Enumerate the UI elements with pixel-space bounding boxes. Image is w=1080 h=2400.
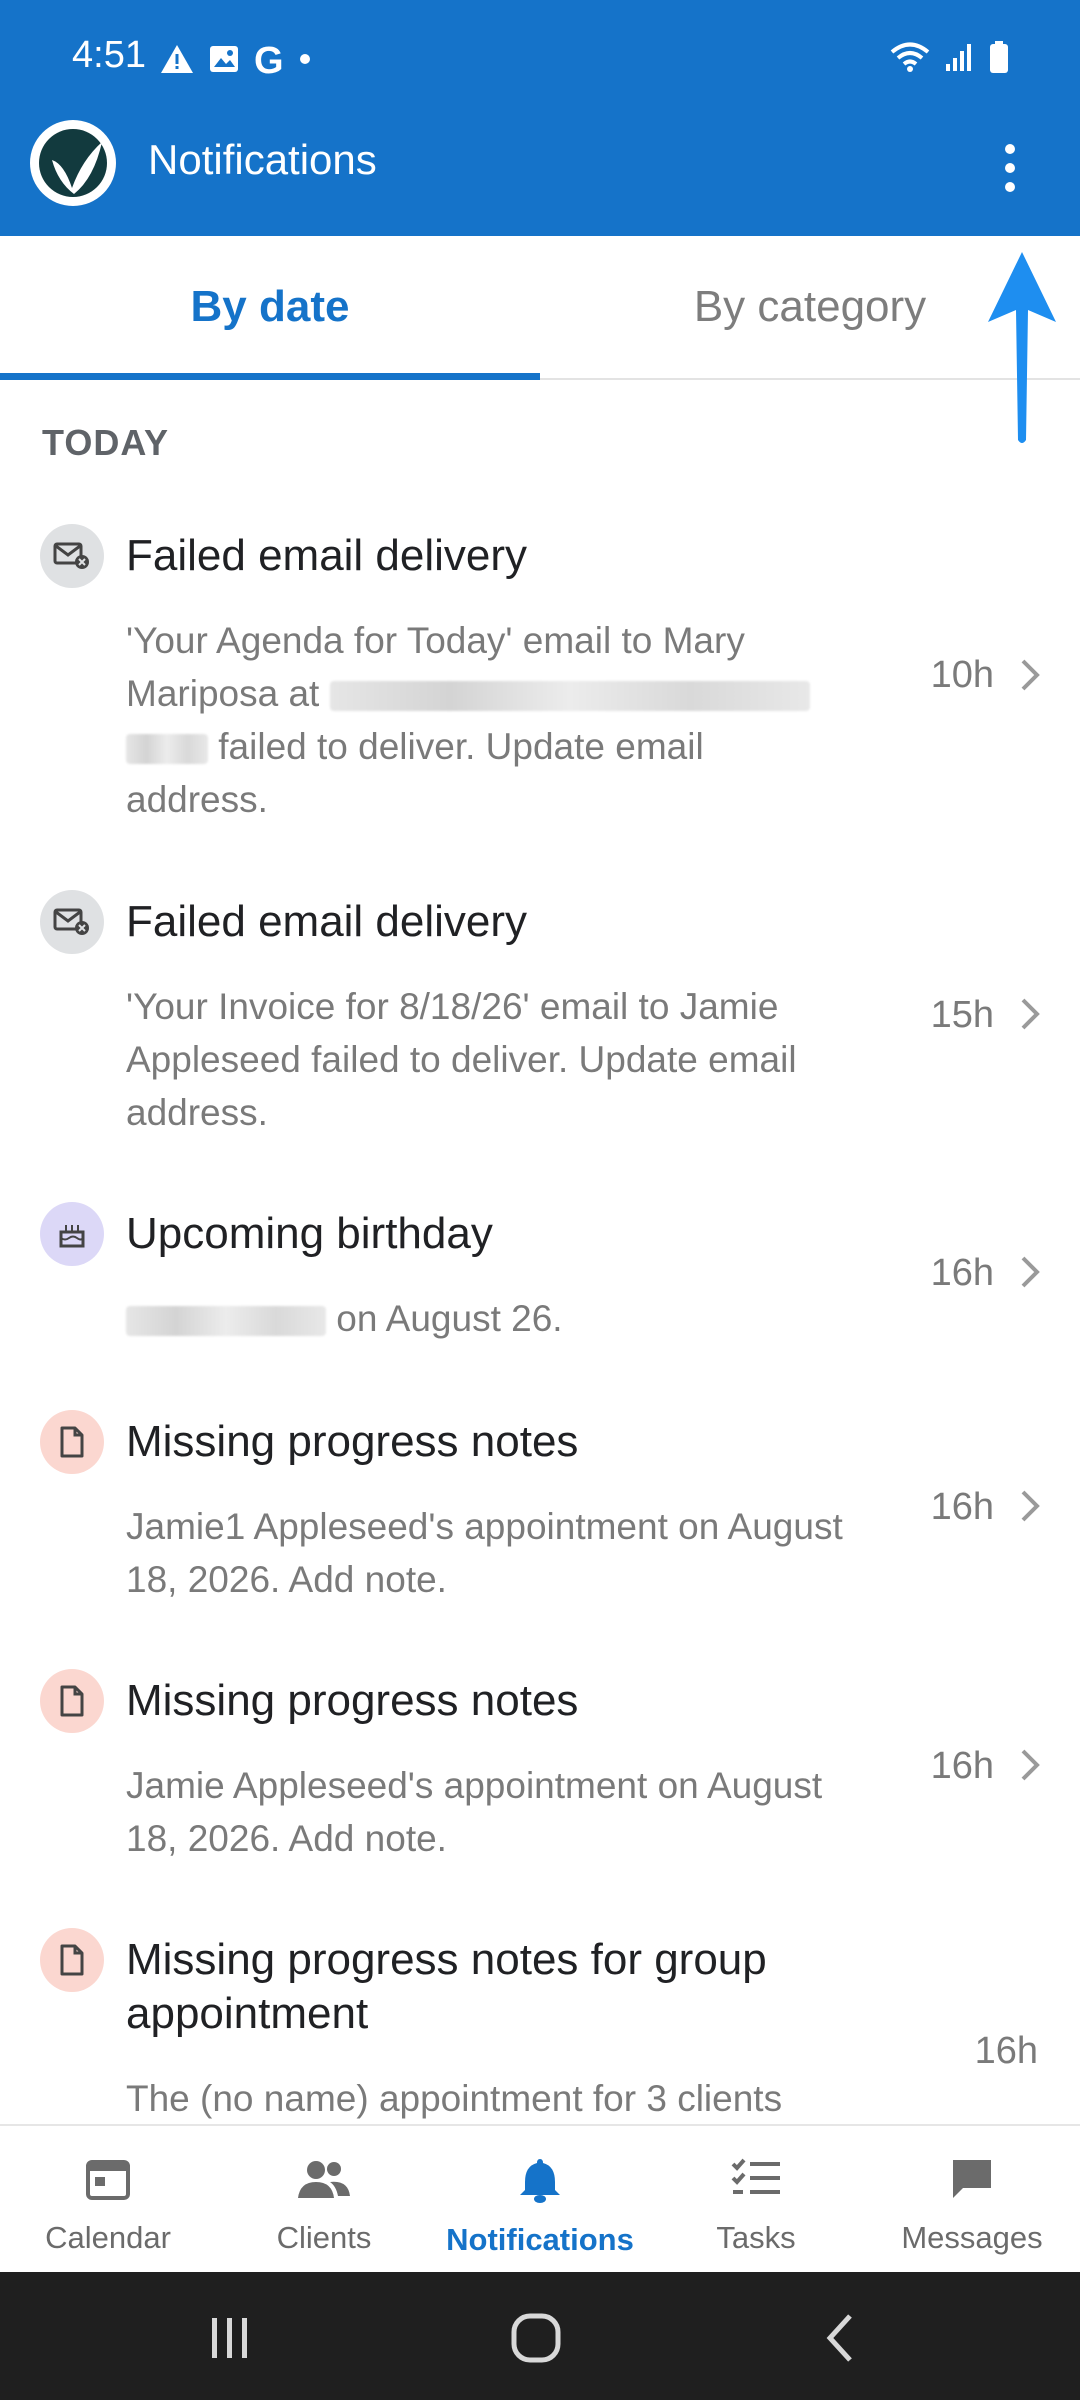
notification-body-suffix: on August 26. bbox=[336, 1298, 563, 1339]
failed-email-icon bbox=[40, 890, 104, 954]
redacted-client-name bbox=[126, 1306, 326, 1337]
recents-icon[interactable] bbox=[206, 2316, 254, 2365]
wifi-icon bbox=[890, 41, 930, 78]
notification-body-line: failed to deliver. Update email bbox=[126, 720, 866, 773]
status-bar: 4:51 G bbox=[0, 0, 1080, 118]
page-title: Notifications bbox=[148, 136, 377, 183]
chevron-right-icon bbox=[1018, 1488, 1042, 1529]
notification-body: Jamie1 Appleseed's appointment on August… bbox=[126, 1506, 843, 1600]
chevron-right-icon bbox=[1018, 1254, 1042, 1295]
home-icon[interactable] bbox=[510, 2312, 562, 2369]
messages-icon bbox=[949, 2156, 995, 2210]
notification-item[interactable]: Missing progress notes Jamie1 Appleseed'… bbox=[0, 1406, 1080, 1606]
notification-time: 10h bbox=[930, 654, 994, 696]
chevron-right-icon bbox=[1018, 657, 1042, 698]
notification-body-line: Mariposa at bbox=[126, 667, 866, 720]
notification-body-line: 'Your Agenda for Today' email to Mary bbox=[126, 620, 745, 661]
annotation-arrow-icon bbox=[986, 250, 1058, 451]
notification-time: 16h bbox=[930, 1252, 994, 1294]
notification-title: Failed email delivery bbox=[126, 897, 528, 946]
dot-icon bbox=[298, 52, 312, 71]
google-icon: G bbox=[254, 40, 284, 82]
warning-icon bbox=[160, 43, 194, 80]
image-icon bbox=[208, 43, 240, 80]
notification-title: Upcoming birthday bbox=[126, 1209, 493, 1258]
notification-time: 16h bbox=[930, 1745, 994, 1787]
tab-bar: By date By category bbox=[0, 236, 1080, 380]
battery-icon bbox=[988, 40, 1010, 79]
clients-icon bbox=[296, 2156, 352, 2210]
notification-item[interactable]: Failed email delivery 'Your Agenda for T… bbox=[0, 520, 1080, 840]
nav-label: Calendar bbox=[45, 2220, 171, 2255]
notification-body-suffix: failed to deliver. Update email bbox=[218, 726, 704, 767]
notification-title: Missing progress notes for group appoint… bbox=[126, 1935, 767, 2038]
notification-body: on August 26. bbox=[126, 1292, 866, 1345]
app-bar: Notifications bbox=[0, 118, 1080, 236]
nav-calendar[interactable]: Calendar bbox=[0, 2126, 216, 2274]
notification-item[interactable]: Missing progress notes for group appoint… bbox=[0, 1924, 1080, 2122]
document-icon bbox=[40, 1410, 104, 1474]
bottom-navigation: Calendar Clients Notifications Tasks Mes… bbox=[0, 2124, 1080, 2274]
app-logo-icon bbox=[30, 120, 116, 206]
nav-label: Messages bbox=[901, 2220, 1043, 2255]
section-header-today: TODAY bbox=[42, 422, 170, 463]
tab-by-date[interactable]: By date bbox=[0, 236, 540, 378]
notification-time: 16h bbox=[930, 1486, 994, 1528]
status-icons-right bbox=[890, 40, 1010, 79]
back-icon[interactable] bbox=[822, 2312, 856, 2369]
nav-label: Notifications bbox=[446, 2222, 634, 2257]
more-vert-icon[interactable] bbox=[980, 128, 1040, 208]
notification-title: Missing progress notes bbox=[126, 1676, 579, 1725]
notification-time: 15h bbox=[930, 994, 994, 1036]
notification-title: Failed email delivery bbox=[126, 531, 528, 580]
notification-body: 'Your Agenda for Today' email to Mary Ma… bbox=[126, 614, 866, 826]
bell-icon bbox=[517, 2156, 563, 2212]
birthday-cake-icon bbox=[40, 1202, 104, 1266]
chevron-right-icon bbox=[1018, 1747, 1042, 1788]
document-icon bbox=[40, 1669, 104, 1733]
failed-email-icon bbox=[40, 524, 104, 588]
notification-body-prefix: Mariposa at bbox=[126, 673, 320, 714]
notification-item[interactable]: Failed email delivery 'Your Invoice for … bbox=[0, 886, 1080, 1166]
tab-indicator bbox=[0, 373, 540, 380]
nav-notifications[interactable]: Notifications bbox=[432, 2126, 648, 2274]
notification-body: The (no name) appointment for 3 clients bbox=[126, 2078, 783, 2119]
nav-messages[interactable]: Messages bbox=[864, 2126, 1080, 2274]
notification-body: 'Your Invoice for 8/18/26' email to Jami… bbox=[126, 986, 797, 1133]
nav-label: Clients bbox=[276, 2220, 372, 2255]
nav-clients[interactable]: Clients bbox=[216, 2126, 432, 2274]
notification-title: Missing progress notes bbox=[126, 1417, 579, 1466]
nav-tasks[interactable]: Tasks bbox=[648, 2126, 864, 2274]
tasks-icon bbox=[730, 2156, 782, 2210]
redacted-email bbox=[329, 681, 810, 712]
document-icon bbox=[40, 1928, 104, 1992]
status-icons-left: G bbox=[160, 40, 312, 83]
notification-item[interactable]: Upcoming birthday on August 26. 16h bbox=[0, 1198, 1080, 1358]
notification-time: 16h bbox=[974, 2030, 1038, 2072]
calendar-icon bbox=[85, 2156, 131, 2210]
chevron-right-icon bbox=[1018, 996, 1042, 1037]
notification-body-line: address. bbox=[126, 779, 268, 820]
notification-body: Jamie Appleseed's appointment on August … bbox=[126, 1765, 823, 1859]
nav-label: Tasks bbox=[716, 2220, 796, 2255]
system-navigation-bar bbox=[0, 2272, 1080, 2400]
status-time: 4:51 bbox=[72, 34, 146, 76]
notification-item[interactable]: Missing progress notes Jamie Appleseed's… bbox=[0, 1665, 1080, 1865]
signal-icon bbox=[944, 42, 974, 77]
redacted-email bbox=[126, 734, 208, 765]
